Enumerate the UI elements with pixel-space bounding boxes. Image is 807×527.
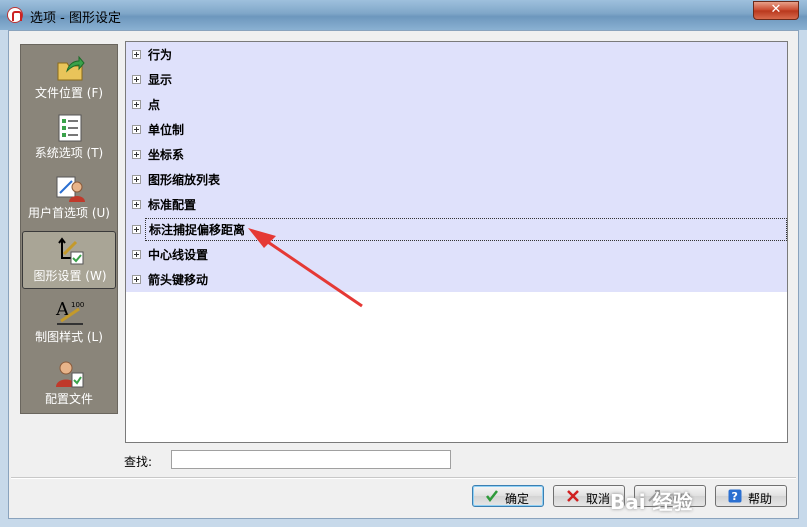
dialog-client: 文件位置 (F) 系统选项 (T) 用户首选项 (U) 图形设置 (W) A 1…: [8, 30, 799, 519]
draft-style-icon: A 100: [55, 299, 84, 325]
tree-item[interactable]: 点: [126, 92, 787, 117]
drawing-settings-icon: [58, 237, 84, 265]
expand-icon[interactable]: [132, 175, 141, 184]
watermark-text: Bai 经验: [610, 490, 693, 514]
search-label: 查找:: [124, 455, 153, 469]
nav-item-drawing-settings[interactable]: 图形设置 (W): [22, 231, 116, 289]
user-settings-icon: [56, 176, 85, 202]
x-icon: [567, 490, 579, 502]
tree-item-label: 图形缩放列表: [148, 173, 221, 187]
profile-icon: [56, 361, 84, 388]
expand-icon[interactable]: [132, 275, 141, 284]
tree-item[interactable]: 行为: [126, 42, 787, 67]
svg-text:100: 100: [71, 301, 84, 309]
close-button[interactable]: ✕: [753, 1, 799, 20]
cancel-button-label: 取消: [586, 492, 611, 506]
expand-icon[interactable]: [132, 125, 141, 134]
ok-button[interactable]: 确定: [472, 485, 544, 507]
folder-arrow-icon: [57, 55, 85, 81]
tree-item[interactable]: 标准配置: [126, 192, 787, 217]
tree-item-label: 显示: [148, 73, 173, 87]
nav-item-profile[interactable]: 配置文件: [22, 355, 116, 413]
nav-item-file-location[interactable]: 文件位置 (F): [22, 49, 116, 107]
tree-item[interactable]: 中心线设置: [126, 242, 787, 267]
help-button-label: 帮助: [748, 492, 773, 506]
help-icon: ?: [728, 489, 742, 503]
expand-icon[interactable]: [132, 225, 141, 234]
nav-item-draft-style[interactable]: A 100 制图样式 (L): [22, 293, 116, 351]
expand-icon[interactable]: [132, 100, 141, 109]
tree-item[interactable]: 箭头键移动: [126, 267, 787, 292]
tree-item[interactable]: 图形缩放列表: [126, 167, 787, 192]
tree-item-label: 中心线设置: [148, 248, 209, 262]
nav-label: 文件位置 (F): [34, 86, 104, 100]
window-frame: 文件位置 (F) 系统选项 (T) 用户首选项 (U) 图形设置 (W) A 1…: [0, 30, 807, 527]
window-title: 选项 - 图形设定: [30, 11, 121, 26]
expand-icon[interactable]: [132, 75, 141, 84]
help-button[interactable]: ? 帮助: [715, 485, 787, 507]
category-sidebar: 文件位置 (F) 系统选项 (T) 用户首选项 (U) 图形设置 (W) A 1…: [20, 44, 118, 414]
tree-item[interactable]: 显示: [126, 67, 787, 92]
tree-item-label: 点: [148, 98, 161, 112]
svg-text:?: ?: [732, 490, 738, 503]
tree-item-label: 标注捕捉偏移距离: [145, 218, 787, 241]
ok-button-label: 确定: [505, 492, 530, 506]
divider: [11, 477, 796, 479]
tree-item[interactable]: 单位制: [126, 117, 787, 142]
title-bar: 选项 - 图形设定 ✕: [0, 0, 807, 30]
nav-label: 图形设置 (W): [33, 269, 107, 283]
search-input[interactable]: [171, 450, 451, 469]
tree-item[interactable]: 坐标系: [126, 142, 787, 167]
tree-item-focused[interactable]: 标注捕捉偏移距离: [126, 217, 787, 242]
tree-item-label: 行为: [148, 48, 173, 62]
tree-item-label: 单位制: [148, 123, 185, 137]
expand-icon[interactable]: [132, 200, 141, 209]
nav-item-system-options[interactable]: 系统选项 (T): [22, 109, 116, 167]
nav-label: 制图样式 (L): [35, 330, 103, 344]
tree-item-label: 箭头键移动: [148, 273, 209, 287]
app-icon: [7, 7, 23, 23]
expand-icon[interactable]: [132, 50, 141, 59]
check-icon: [486, 490, 498, 503]
checklist-icon: [58, 114, 82, 142]
tree-item-label: 标准配置: [148, 198, 197, 212]
nav-label: 配置文件: [44, 392, 93, 406]
expand-icon[interactable]: [132, 250, 141, 259]
nav-label: 用户首选项 (U): [28, 206, 110, 220]
tree-item-label: 坐标系: [148, 148, 185, 162]
expand-icon[interactable]: [132, 150, 141, 159]
nav-item-user-preferences[interactable]: 用户首选项 (U): [22, 169, 116, 227]
nav-label: 系统选项 (T): [34, 146, 104, 160]
options-tree: 行为 显示 点 单位制 坐标系 图形缩放列表 标准配置 标注捕捉偏移距离 中心线…: [125, 41, 788, 443]
